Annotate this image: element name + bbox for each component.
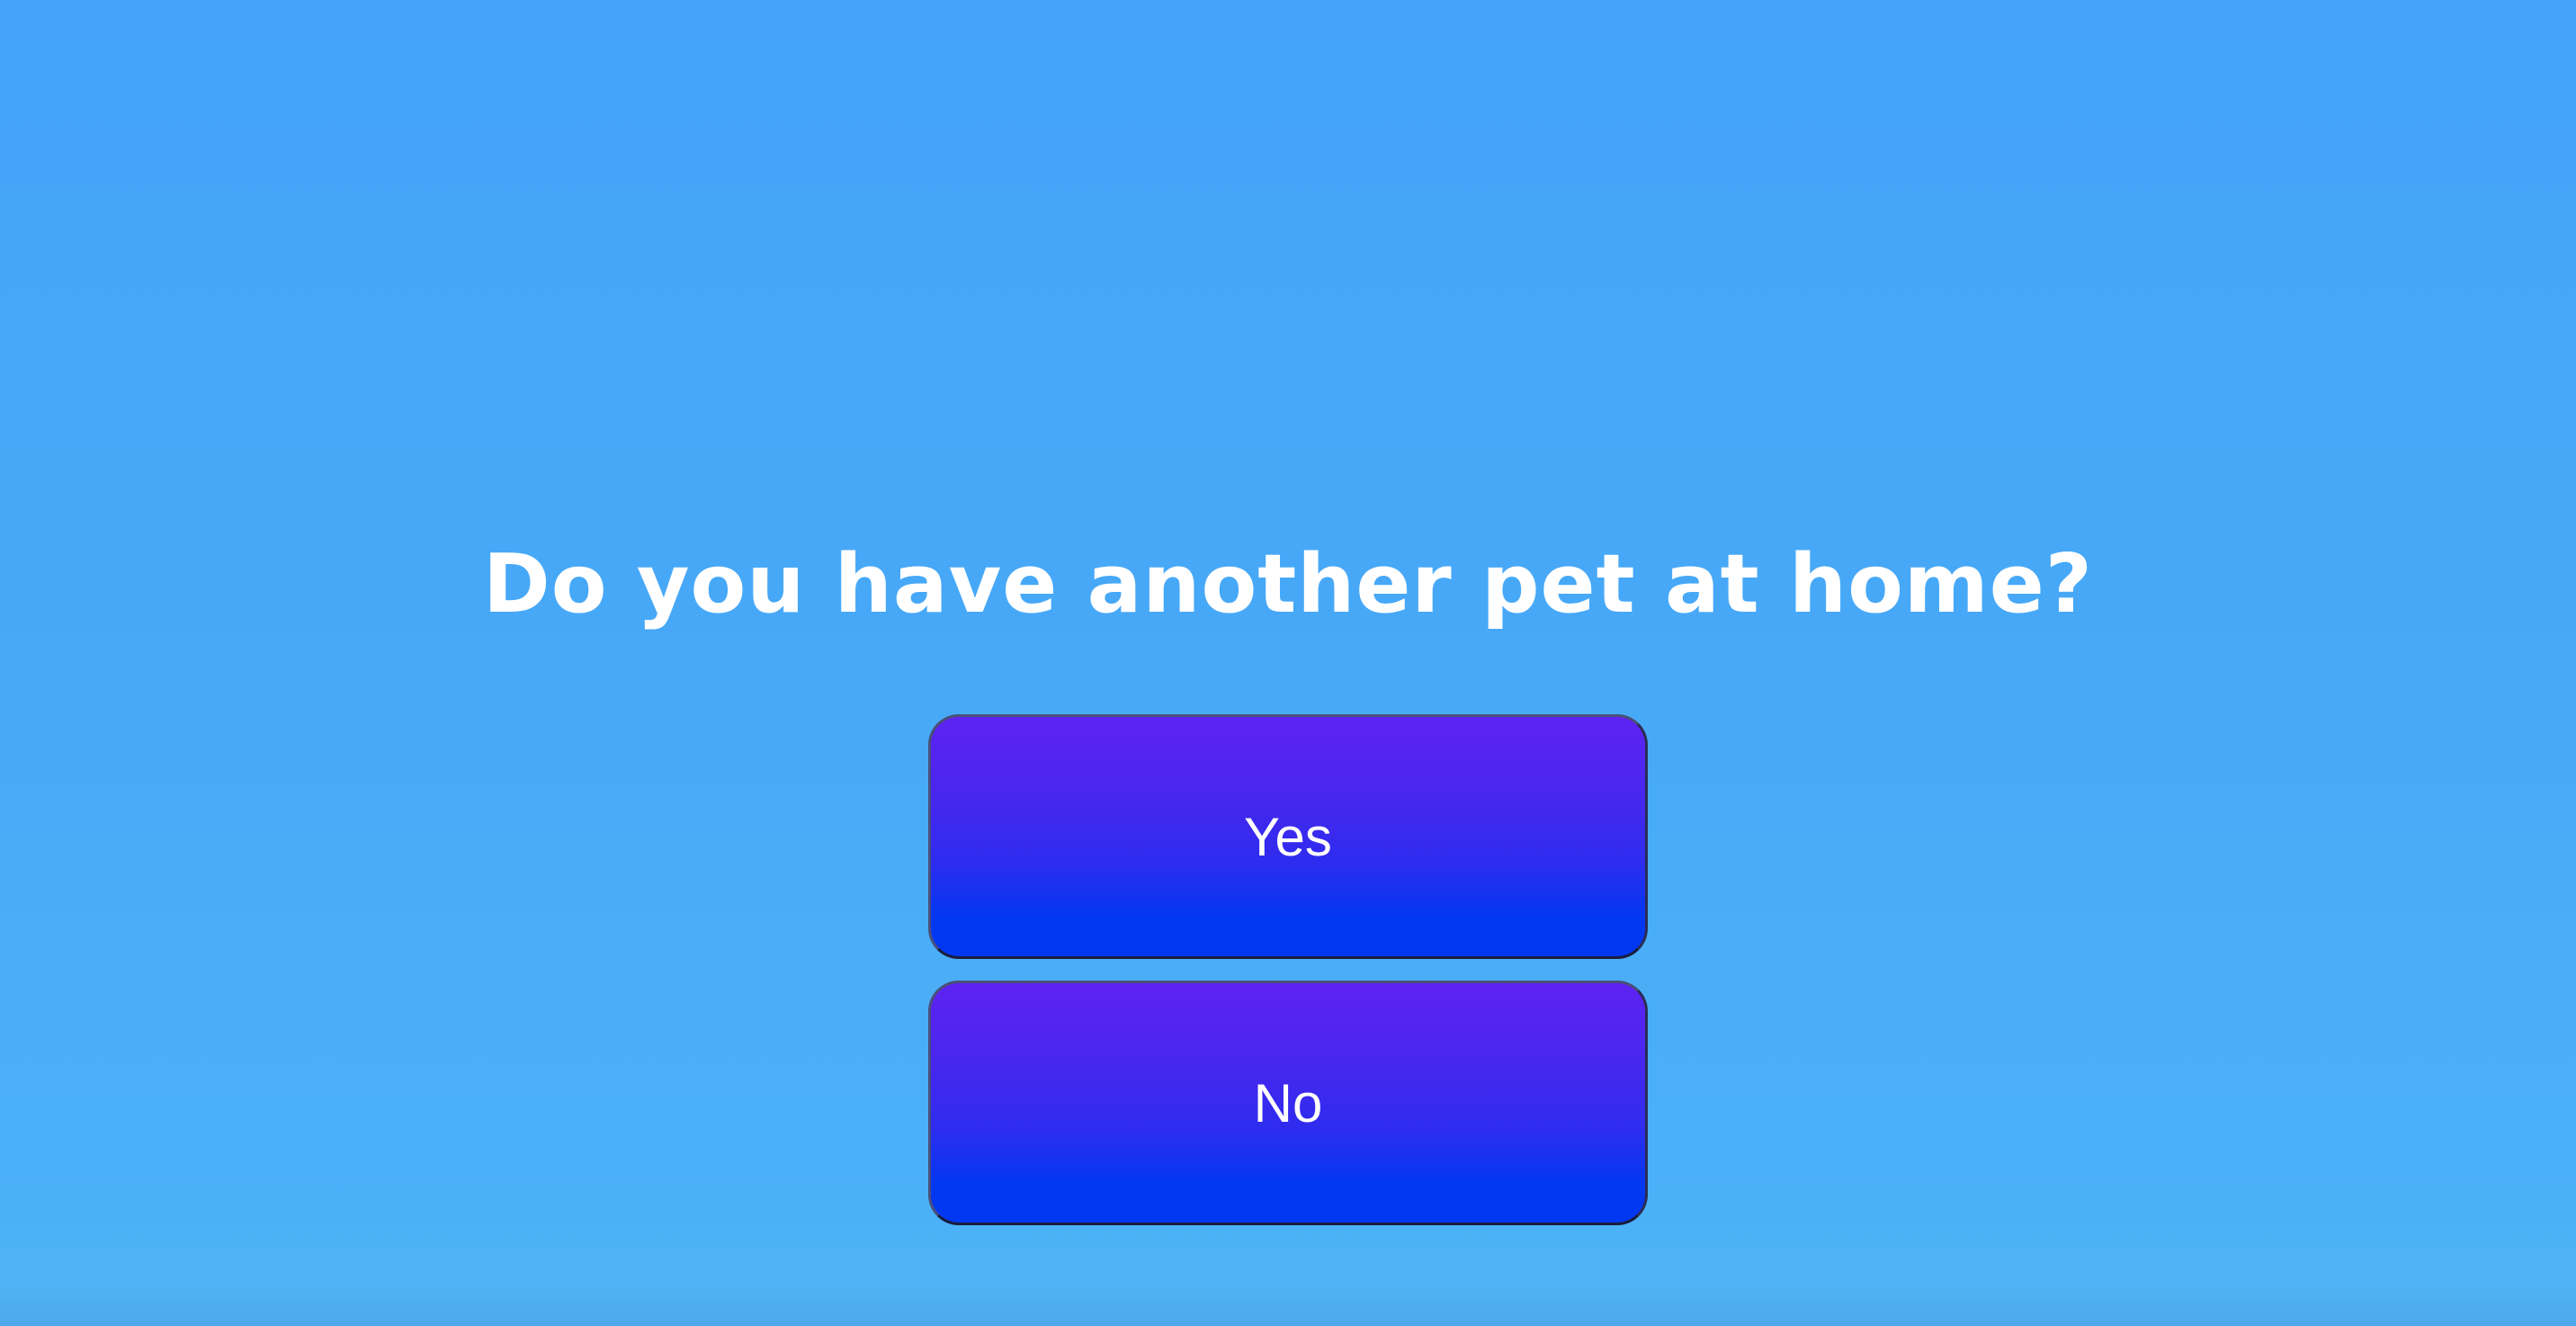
question-heading: Do you have another pet at home? [483, 537, 2093, 632]
bottom-shade [0, 1281, 2576, 1326]
no-button[interactable]: No [928, 981, 1648, 1225]
yes-button[interactable]: Yes [928, 714, 1648, 959]
